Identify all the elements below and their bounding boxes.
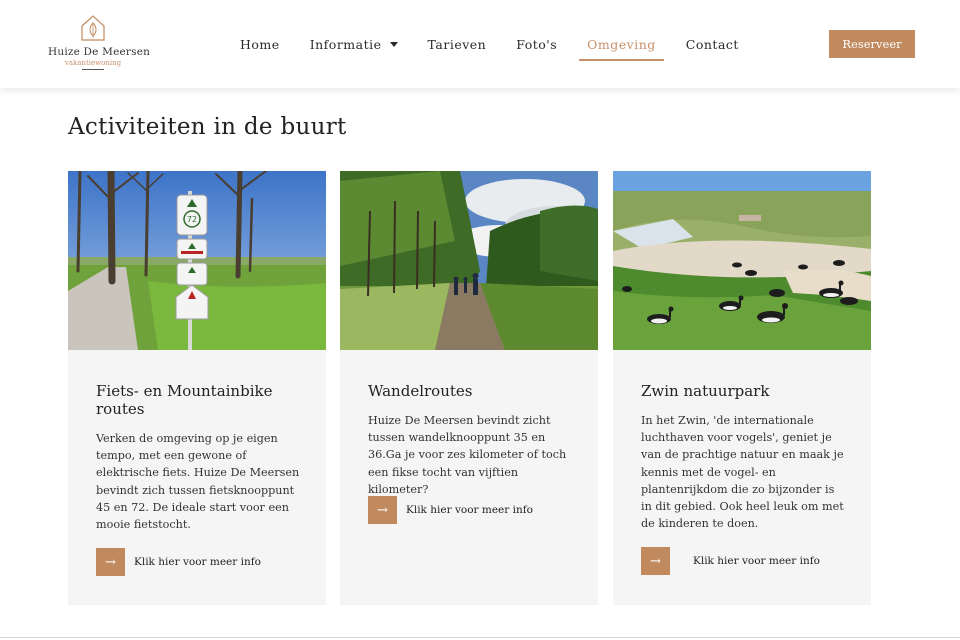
nav-label: Home <box>240 37 280 52</box>
reserve-button[interactable]: Reserveer <box>829 30 915 58</box>
card-title: Zwin natuurpark <box>641 382 770 400</box>
card-image-zwin[interactable] <box>613 171 871 350</box>
card-image-walking[interactable] <box>340 171 598 350</box>
arrow-right-icon[interactable]: → <box>641 547 670 575</box>
site-logo[interactable]: Huize De Meersen vakantiewoning <box>48 14 151 74</box>
arrow-right-icon[interactable]: → <box>368 496 397 524</box>
more-info-link[interactable]: → Klik hier voor meer info <box>641 547 820 575</box>
activity-card-cycling: 72 Fiets- en Mountainbike routes Verken … <box>68 171 326 605</box>
more-info-label: Klik hier voor meer info <box>134 556 261 568</box>
card-image-cycling[interactable]: 72 <box>68 171 326 350</box>
nav-item-informatie[interactable]: Informatie <box>302 30 406 60</box>
activity-card-zwin: Zwin natuurpark In het Zwin, 'de interna… <box>613 171 871 605</box>
card-title: Fiets- en Mountainbike routes <box>96 382 273 418</box>
activity-card-walking: Wandelroutes Huize De Meersen bevindt zi… <box>340 171 598 605</box>
card-title: Wandelroutes <box>368 382 473 400</box>
page-divider <box>0 637 960 638</box>
arrow-right-icon[interactable]: → <box>96 548 125 576</box>
card-description: Verken de omgeving op je eigen tempo, me… <box>96 432 300 532</box>
nav-item-home[interactable]: Home <box>232 30 288 60</box>
chevron-down-icon <box>389 42 398 47</box>
card-description: Huize De Meersen bevindt zicht tussen wa… <box>368 414 567 496</box>
nav-label: Contact <box>685 37 739 52</box>
nav-item-omgeving[interactable]: Omgeving <box>579 30 664 61</box>
brand-tagline: vakantiewoning <box>64 59 122 67</box>
site-header: Huize De Meersen vakantiewoning Home Inf… <box>0 0 960 88</box>
house-leaf-icon <box>81 15 105 41</box>
nav-label: Foto's <box>516 37 558 52</box>
card-description: In het Zwin, 'de internationale luchthav… <box>641 414 844 531</box>
more-info-label: Klik hier voor meer info <box>406 504 533 516</box>
nav-label: Informatie <box>309 37 382 52</box>
main-nav: Home Informatie Tarieven Foto's Omgeving… <box>232 30 761 61</box>
more-info-link[interactable]: → Klik hier voor meer info <box>368 496 533 524</box>
more-info-label: Klik hier voor meer info <box>693 555 820 567</box>
nav-item-tarieven[interactable]: Tarieven <box>420 30 495 60</box>
nav-item-contact[interactable]: Contact <box>678 30 747 60</box>
more-info-link[interactable]: → Klik hier voor meer info <box>96 548 261 576</box>
page-title: Activiteiten in de buurt <box>68 114 347 140</box>
nav-item-fotos[interactable]: Foto's <box>508 30 565 60</box>
nav-label: Tarieven <box>427 37 487 52</box>
brand-name: Huize De Meersen <box>48 46 151 58</box>
nav-label: Omgeving <box>587 37 656 52</box>
logo-underline <box>82 69 104 70</box>
sign-number: 72 <box>187 215 197 224</box>
